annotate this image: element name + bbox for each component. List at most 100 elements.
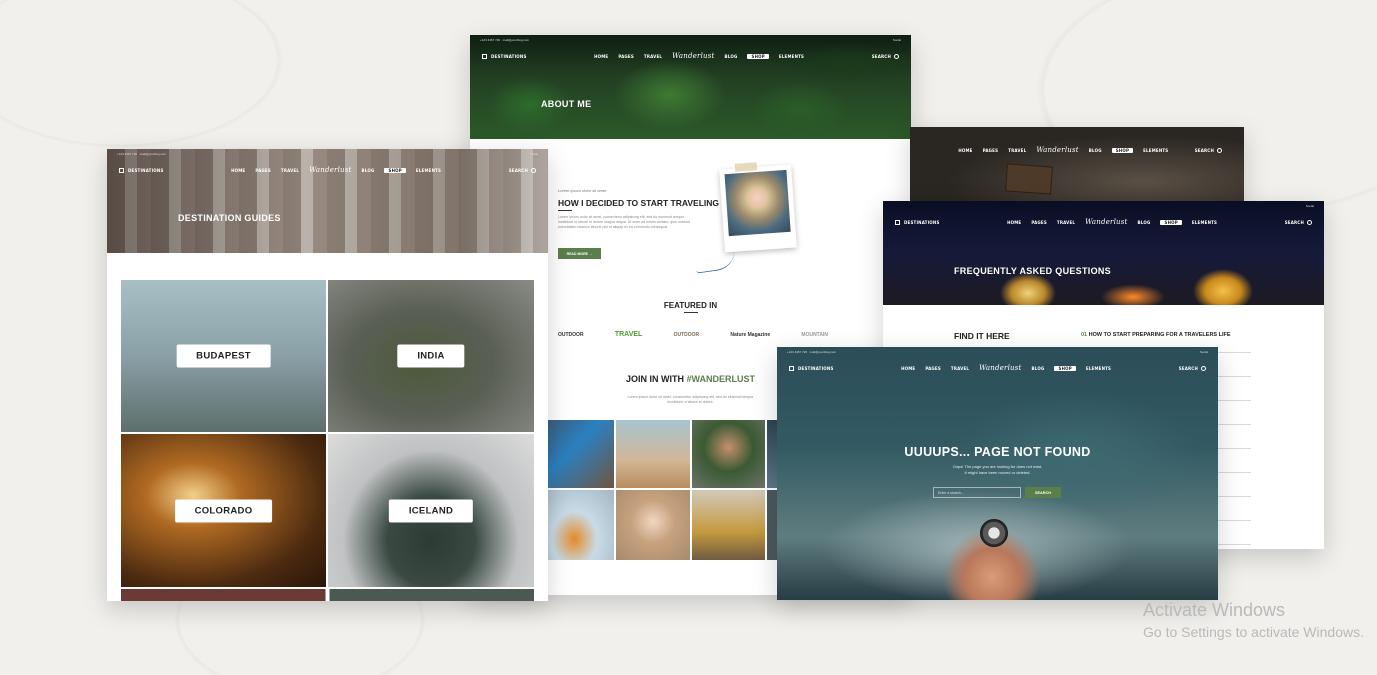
topbar-social[interactable]: Social <box>1306 204 1314 208</box>
not-found-page-preview: +123 4467 720 mail@yourblog.com Social D… <box>777 347 1218 600</box>
insta-photo[interactable] <box>692 420 765 488</box>
destination-tile-iceland[interactable]: ICELAND <box>328 434 534 587</box>
insta-photo[interactable] <box>616 420 690 488</box>
heading-underline <box>558 210 572 211</box>
featured-logo-outdoor: OUTDOOR <box>558 331 584 338</box>
nav-elements[interactable]: ELEMENTS <box>779 54 804 59</box>
next-row-strip <box>121 589 534 601</box>
nav-destinations[interactable]: DESTINATIONS <box>895 219 940 225</box>
destination-label: ICELAND <box>388 499 474 522</box>
park-hero-image <box>910 127 1244 205</box>
menu-icon <box>895 219 900 225</box>
nav-pages[interactable]: PAGES <box>255 168 271 173</box>
menu-icon <box>789 365 794 371</box>
nav-travel[interactable]: TRAVEL <box>1057 220 1075 225</box>
site-logo[interactable]: Wanderlust <box>672 52 714 60</box>
read-more-button[interactable]: READ MORE → <box>558 248 601 259</box>
featured-logo-mountain: MOUNTAIN <box>801 331 828 338</box>
tape-strip <box>734 162 758 172</box>
destination-tile-budapest[interactable]: BUDAPEST <box>121 280 326 432</box>
search-icon <box>1307 219 1312 225</box>
destination-label: INDIA <box>397 344 465 368</box>
site-logo[interactable]: Wanderlust <box>1036 146 1078 154</box>
national-park-page-preview: HOME PAGES TRAVEL Wanderlust BLOG SHOP E… <box>910 127 1244 205</box>
faq-nav: DESTINATIONS HOME PAGES TRAVEL Wanderlus… <box>883 213 1324 231</box>
site-logo[interactable]: Wanderlust <box>309 166 351 174</box>
featured-logo-nature: Nature Magazine <box>730 331 771 338</box>
about-nav: DESTINATIONS HOME PAGES TRAVEL Wanderlus… <box>470 47 911 65</box>
notfound-nav: DESTINATIONS HOME PAGES TRAVEL Wanderlus… <box>777 359 1218 377</box>
nav-travel[interactable]: TRAVEL <box>951 366 969 371</box>
destination-guides-page-preview: +123 4467 720 mail@yourblog.com Social D… <box>107 149 548 601</box>
nav-blog[interactable]: BLOG <box>1032 366 1045 371</box>
site-logo[interactable]: Wanderlust <box>979 364 1021 372</box>
nav-pages[interactable]: PAGES <box>618 54 634 59</box>
nav-elements[interactable]: ELEMENTS <box>416 168 441 173</box>
faq-question[interactable]: 01 HOW TO START PREPARING FOR A TRAVELER… <box>1081 332 1231 338</box>
nav-shop[interactable]: SHOP <box>384 167 406 173</box>
nav-search[interactable]: SEARCH <box>509 167 536 173</box>
guides-topbar: +123 4467 720 mail@yourblog.com Social <box>107 149 548 159</box>
topbar-social[interactable]: Social <box>893 38 901 42</box>
nav-search[interactable]: SEARCH <box>1195 147 1222 153</box>
topbar-social[interactable]: Social <box>530 152 538 156</box>
menu-icon <box>482 53 487 59</box>
nav-home[interactable]: HOME <box>958 148 972 153</box>
destination-tile-india[interactable]: INDIA <box>328 280 534 432</box>
nav-travel[interactable]: TRAVEL <box>1008 148 1026 153</box>
nav-destinations[interactable]: DESTINATIONS <box>789 365 834 371</box>
about-body: Lorem ipsum dolor sit amet, consectetur … <box>558 215 690 229</box>
nav-travel[interactable]: TRAVEL <box>644 54 662 59</box>
nav-shop[interactable]: SHOP <box>1111 147 1134 153</box>
search-icon <box>894 53 899 59</box>
nav-shop[interactable]: SHOP <box>1054 365 1076 371</box>
search-icon <box>1217 147 1222 153</box>
nav-pages[interactable]: PAGES <box>925 366 941 371</box>
nav-blog[interactable]: BLOG <box>362 168 375 173</box>
destination-label: COLORADO <box>174 499 273 522</box>
nav-pages[interactable]: PAGES <box>983 148 999 153</box>
guides-nav: DESTINATIONS HOME PAGES TRAVEL Wanderlus… <box>107 161 548 179</box>
nav-search[interactable]: SEARCH <box>1285 219 1312 225</box>
nav-elements[interactable]: ELEMENTS <box>1086 366 1111 371</box>
nav-search[interactable]: SEARCH <box>1179 365 1206 371</box>
about-kicker: Lorem ipsum dolor sit amet <box>558 188 607 193</box>
destination-label: BUDAPEST <box>176 344 271 368</box>
site-logo[interactable]: Wanderlust <box>1085 218 1127 226</box>
destination-tile-colorado[interactable]: COLORADO <box>121 434 326 587</box>
nav-home[interactable]: HOME <box>901 366 915 371</box>
topbar-contact: +123 4467 720 mail@yourblog.com <box>117 152 167 156</box>
nav-home[interactable]: HOME <box>231 168 245 173</box>
notfound-search-input[interactable]: Enter a search... <box>933 487 1021 498</box>
insta-photo[interactable] <box>548 420 614 488</box>
nav-shop[interactable]: SHOP <box>1160 219 1182 225</box>
topbar-social[interactable]: Social <box>1200 350 1208 354</box>
question-number: 01 <box>1081 332 1088 338</box>
about-hero-title: ABOUT ME <box>541 99 592 109</box>
join-hashtag: #WANDERLUST <box>686 374 756 384</box>
notfound-topbar: +123 4467 720 mail@yourblog.com Social <box>777 347 1218 357</box>
nav-blog[interactable]: BLOG <box>1089 148 1102 153</box>
search-icon <box>531 167 536 173</box>
nav-elements[interactable]: ELEMENTS <box>1192 220 1217 225</box>
nav-pages[interactable]: PAGES <box>1031 220 1047 225</box>
nav-destinations[interactable]: DESTINATIONS <box>119 167 164 173</box>
nav-home[interactable]: HOME <box>1007 220 1021 225</box>
windows-activation-title: Activate Windows <box>1143 600 1286 620</box>
polaroid-photo <box>719 164 797 253</box>
nav-blog[interactable]: BLOG <box>1138 220 1151 225</box>
menu-icon <box>119 167 124 173</box>
nav-blog[interactable]: BLOG <box>725 54 738 59</box>
compass-icon <box>980 519 1008 547</box>
nav-travel[interactable]: TRAVEL <box>281 168 299 173</box>
insta-photo[interactable] <box>548 490 614 560</box>
notfound-search-button[interactable]: SEARCH <box>1025 487 1061 498</box>
insta-photo[interactable] <box>692 490 765 560</box>
nav-elements[interactable]: ELEMENTS <box>1143 148 1168 153</box>
faq-topbar: Social <box>883 201 1324 211</box>
insta-photo[interactable] <box>616 490 690 560</box>
nav-shop[interactable]: SHOP <box>747 53 769 59</box>
nav-search[interactable]: SEARCH <box>872 53 899 59</box>
nav-destinations[interactable]: DESTINATIONS <box>482 53 527 59</box>
nav-home[interactable]: HOME <box>594 54 608 59</box>
